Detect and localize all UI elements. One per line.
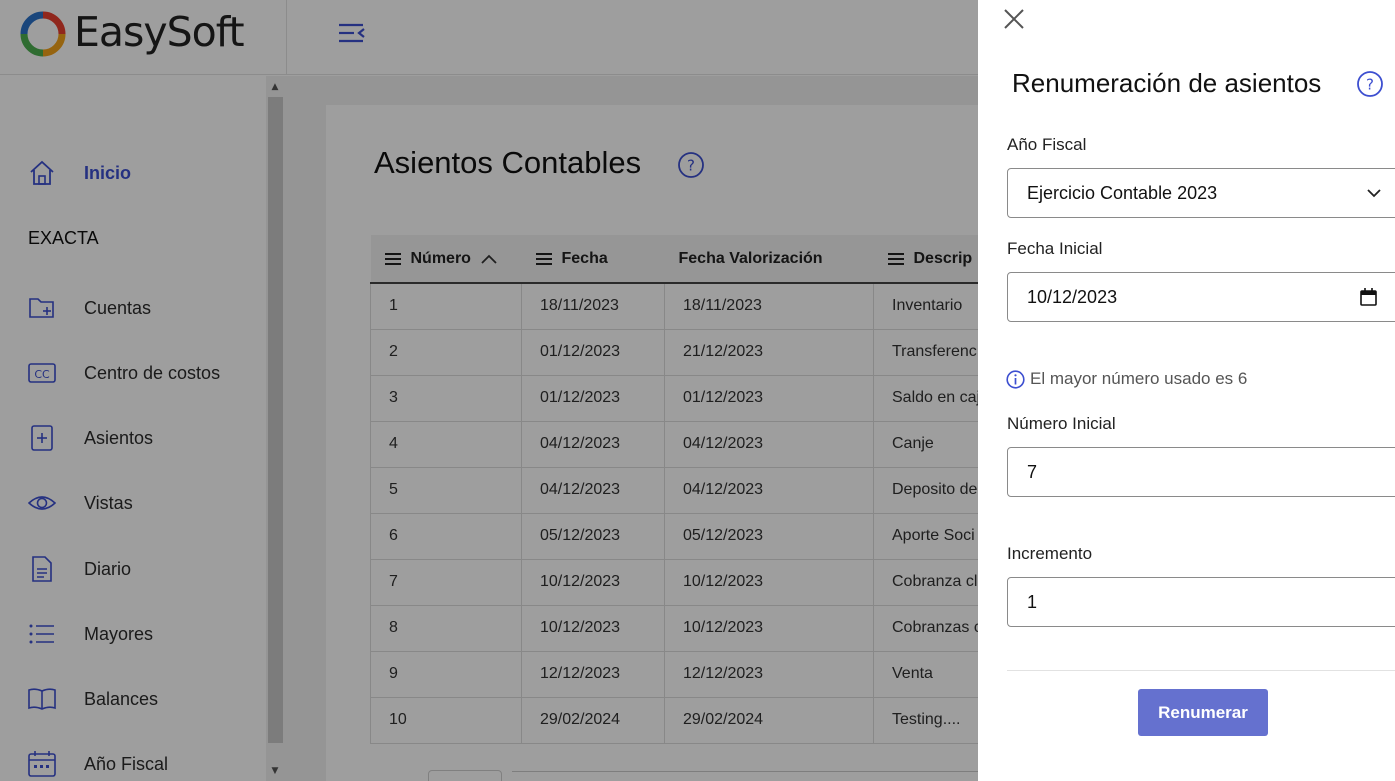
fiscal-year-label: Año Fiscal [1007, 135, 1087, 154]
svg-text:?: ? [1366, 76, 1374, 94]
calendar-picker-icon[interactable] [1360, 288, 1377, 306]
start-number-input[interactable]: 7 [1007, 447, 1395, 497]
start-date-label: Fecha Inicial [1007, 239, 1103, 258]
modal-backdrop[interactable] [0, 0, 978, 781]
max-number-info-text: El mayor número usado es 6 [1030, 369, 1248, 388]
chevron-down-icon[interactable] [1366, 185, 1382, 201]
fiscal-year-value: Ejercicio Contable 2023 [1027, 182, 1218, 203]
max-number-info: El mayor número usado es 6 [1006, 369, 1247, 389]
increment-value: 1 [1027, 591, 1038, 612]
help-icon[interactable]: ? [1356, 70, 1384, 98]
info-icon [1006, 369, 1025, 389]
drawer-title: Renumeración de asientos [1012, 68, 1322, 98]
close-icon[interactable] [1002, 7, 1026, 31]
increment-label: Incremento [1007, 544, 1093, 563]
start-date-value: 10/12/2023 [1027, 286, 1118, 307]
increment-input[interactable]: 1 [1007, 577, 1395, 627]
renumber-drawer [978, 0, 1395, 781]
renumber-button[interactable]: Renumerar [1138, 689, 1268, 736]
start-number-label: Número Inicial [1007, 414, 1116, 433]
start-date-field[interactable]: 10/12/2023 [1007, 272, 1395, 322]
start-number-value: 7 [1027, 461, 1038, 482]
drawer-divider [1007, 670, 1395, 671]
fiscal-year-select[interactable]: Ejercicio Contable 2023 [1007, 168, 1395, 218]
